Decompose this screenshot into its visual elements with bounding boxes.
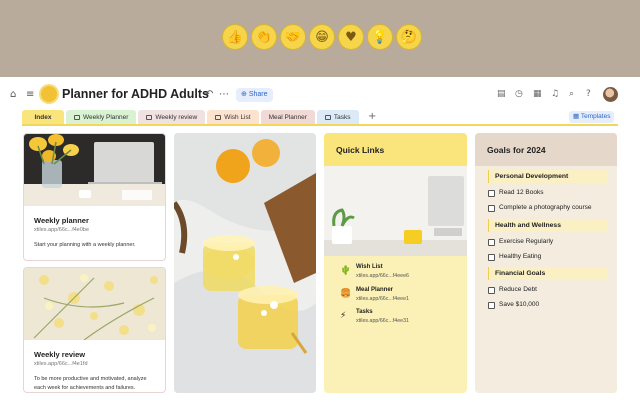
tab-wish-list[interactable]: Wish List <box>207 110 259 125</box>
document-icon[interactable]: ▤ <box>497 89 506 99</box>
quick-link-name: Meal Planner <box>356 287 394 293</box>
goal-item[interactable]: Reduce Debt <box>488 285 537 295</box>
burger-icon: 🍔 <box>340 289 352 299</box>
weekly-planner-card[interactable]: Weekly planner xtiles.app/66c...f4e0be S… <box>23 133 166 261</box>
card-description: Start your planning with a weekly planne… <box>34 242 136 248</box>
quick-link-tasks[interactable]: ⚡ Tasks xtiles.app/66c...f4ee31 <box>340 309 460 327</box>
tab-index[interactable]: Index <box>22 110 64 125</box>
weekly-review-image <box>24 268 165 341</box>
quick-link-name: Wish List <box>356 264 383 270</box>
checkbox[interactable] <box>488 238 495 246</box>
checkbox[interactable] <box>488 301 495 309</box>
goal-item-label: Complete a photography course <box>499 204 592 211</box>
tab-underline <box>22 124 618 126</box>
page-title: Planner for ADHD Adults <box>62 87 209 101</box>
quick-links-panel: Quick Links 🌵 Wish List xtiles.app/66c..… <box>324 133 467 393</box>
tab-bar: Index Weekly Planner Weekly review Wish … <box>22 110 359 125</box>
page-icon <box>324 115 331 120</box>
heart-icon[interactable]: ♥ <box>338 24 364 50</box>
goal-item[interactable]: Complete a photography course <box>488 203 592 213</box>
goals-title: Goals for 2024 <box>487 145 546 155</box>
quick-link-url[interactable]: xtiles.app/66c...f4eee1 <box>356 296 409 302</box>
card-link[interactable]: xtiles.app/66c...f4e1fd <box>34 361 155 367</box>
bell-icon[interactable]: ♫ <box>551 89 559 99</box>
check-circle-icon[interactable]: ◷ <box>515 89 523 99</box>
tab-weekly-planner[interactable]: Weekly Planner <box>66 110 137 125</box>
goal-section-title: Financial Goals <box>488 267 608 280</box>
goals-panel: Goals for 2024 Personal Development Read… <box>475 133 617 393</box>
desk-image <box>324 166 467 256</box>
goal-item-label: Healthy Eating <box>499 253 542 260</box>
goal-item[interactable]: Healthy Eating <box>488 252 541 262</box>
thumbs-up-icon[interactable]: 👍 <box>222 24 248 50</box>
tab-label: Weekly Planner <box>83 114 129 121</box>
checkbox[interactable] <box>488 189 495 197</box>
clapping-hands-icon[interactable]: 👏 <box>251 24 277 50</box>
quick-link-meal-planner[interactable]: 🍔 Meal Planner xtiles.app/66c...f4eee1 <box>340 287 460 305</box>
goal-section-title: Health and Wellness <box>488 219 608 232</box>
tab-weekly-review[interactable]: Weekly review <box>138 110 206 125</box>
card-link[interactable]: xtiles.app/66c...f4e0be <box>34 227 155 233</box>
goal-section-title: Personal Development <box>488 170 608 183</box>
home-icon[interactable]: ⌂ <box>10 89 16 100</box>
goal-item[interactable]: Exercise Regularly <box>488 237 553 247</box>
checkbox[interactable] <box>488 204 495 212</box>
share-button[interactable]: ⊕ Share <box>236 88 273 102</box>
card-description: To be more productive and motivated, ana… <box>34 376 147 391</box>
quick-link-name: Tasks <box>356 309 373 315</box>
tab-label: Wish List <box>224 114 251 121</box>
grinning-face-icon[interactable]: 😁 <box>309 24 335 50</box>
weekly-planner-image <box>24 134 165 206</box>
handshake-icon[interactable]: 🤝 <box>280 24 306 50</box>
add-tab-button[interactable]: + <box>368 111 376 122</box>
lemonade-photo <box>174 133 316 393</box>
tab-label: Tasks <box>333 114 351 121</box>
tab-label: Weekly review <box>155 114 198 121</box>
more-icon[interactable]: ⋯ <box>219 89 229 100</box>
card-title: Weekly planner <box>34 216 89 225</box>
lightning-icon: ⚡ <box>340 311 347 321</box>
card-body: Weekly review xtiles.app/66c...f4e1fd To… <box>24 345 165 392</box>
page-icon <box>74 115 80 120</box>
sun-icon <box>41 86 57 102</box>
tab-label: Index <box>34 114 52 121</box>
tab-tasks[interactable]: Tasks <box>316 110 359 125</box>
lightbulb-icon[interactable]: 💡 <box>367 24 393 50</box>
goal-item-label: Reduce Debt <box>499 286 537 293</box>
reaction-bar: 👍 👏 🤝 😁 ♥ 💡 🤔 <box>222 24 422 54</box>
page-icon <box>215 115 222 120</box>
goal-item-label: Exercise Regularly <box>499 238 554 245</box>
tab-meal-planner[interactable]: Meal Planner <box>260 110 315 125</box>
avatar[interactable] <box>603 87 618 102</box>
quick-link-wish-list[interactable]: 🌵 Wish List xtiles.app/66c...f4eee6 <box>340 264 460 282</box>
card-title: Weekly review <box>34 350 86 359</box>
undo-icon[interactable]: ↶ <box>205 89 213 100</box>
templates-button[interactable]: ▦ Templates <box>569 111 615 123</box>
templates-label: Templates <box>580 113 611 120</box>
card-body: Weekly planner xtiles.app/66c...f4e0be S… <box>24 211 165 255</box>
search-icon[interactable]: ⌕ <box>569 89 574 99</box>
quick-links-title: Quick Links <box>336 145 385 155</box>
share-label: Share <box>248 91 268 98</box>
checkbox[interactable] <box>488 286 495 294</box>
goal-item-label: Save $10,000 <box>499 301 540 308</box>
goal-item[interactable]: Read 12 Books <box>488 188 543 198</box>
tab-label: Meal Planner <box>268 114 307 121</box>
quick-link-url[interactable]: xtiles.app/66c...f4ee31 <box>356 318 409 324</box>
help-icon[interactable]: ? <box>586 89 591 99</box>
page-icon <box>146 115 153 120</box>
menu-icon[interactable]: ≡ <box>26 89 34 100</box>
calendar-icon[interactable]: ▦ <box>533 89 542 99</box>
checkbox[interactable] <box>488 253 495 261</box>
goal-item-label: Read 12 Books <box>499 189 544 196</box>
cactus-icon: 🌵 <box>340 266 352 276</box>
thinking-face-icon[interactable]: 🤔 <box>396 24 422 50</box>
goal-item[interactable]: Save $10,000 <box>488 300 539 310</box>
quick-link-url[interactable]: xtiles.app/66c...f4eee6 <box>356 273 409 279</box>
top-bar: ⌂ ≡ Planner for ADHD Adults ↶ ⋯ ⊕ Share … <box>0 77 640 111</box>
weekly-review-card[interactable]: Weekly review xtiles.app/66c...f4e1fd To… <box>23 267 166 393</box>
